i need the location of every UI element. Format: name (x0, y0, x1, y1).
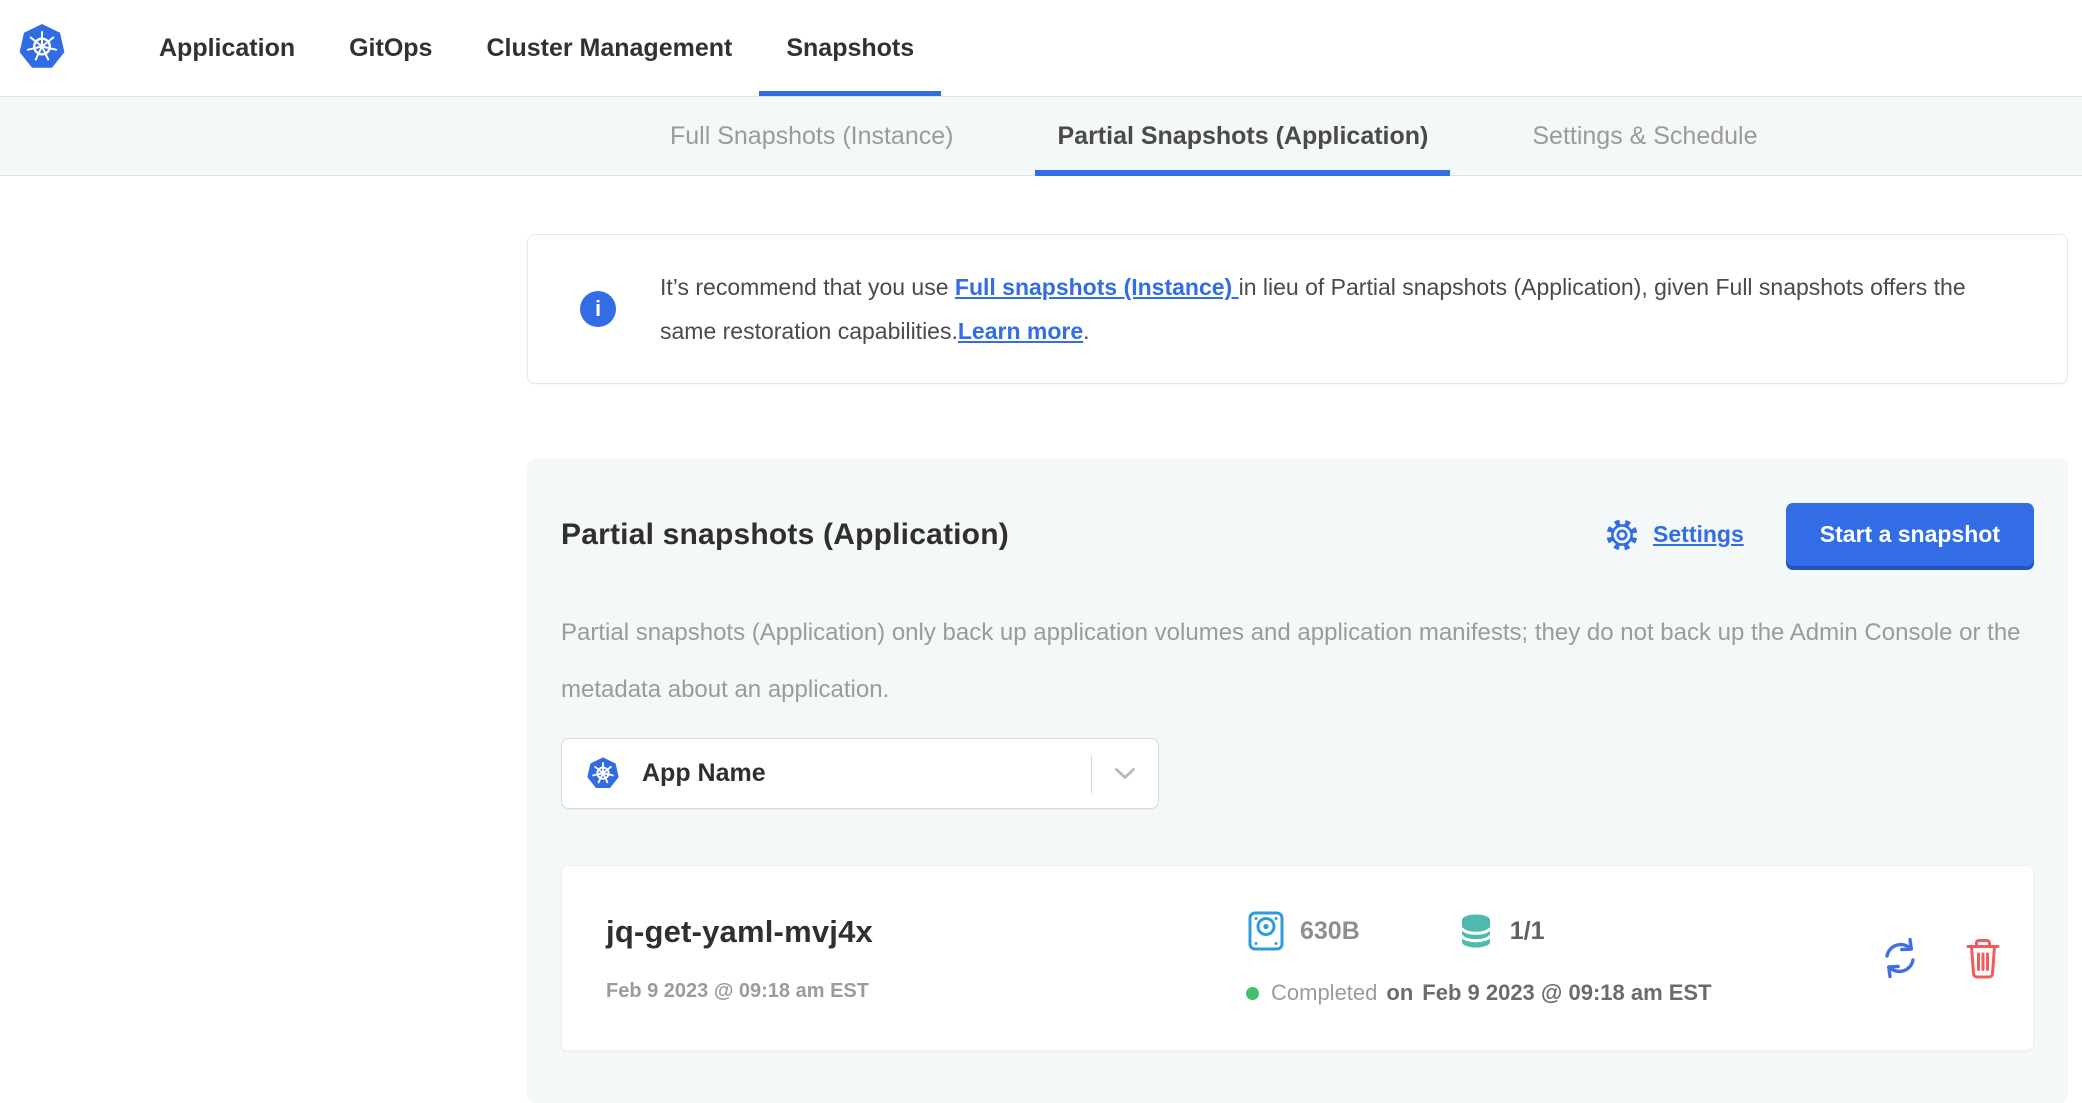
learn-more-link[interactable]: Learn more (958, 318, 1083, 344)
snapshot-volumes-metric: 1/1 (1456, 911, 1545, 951)
banner-text-start: It’s recommend that you use (660, 274, 955, 300)
snapshot-identity: jq-get-yaml-mvj4x Feb 9 2023 @ 09:18 am … (606, 914, 1246, 1003)
snapshot-started-timestamp: Feb 9 2023 @ 09:18 am EST (606, 980, 1246, 1003)
kubernetes-logo (18, 22, 66, 96)
snapshot-settings-link[interactable]: Settings (1603, 516, 1744, 554)
top-tab-snapshots[interactable]: Snapshots (759, 0, 941, 96)
snapshot-actions (1877, 935, 2003, 981)
database-icon (1456, 911, 1496, 951)
tab-full-snapshots-instance[interactable]: Full Snapshots (Instance) (648, 97, 975, 175)
snapshot-status: Completed on Feb 9 2023 @ 09:18 am EST (1246, 980, 1877, 1006)
green-dot (1246, 987, 1259, 1000)
disk-icon (1246, 910, 1286, 952)
app-selector-value: App Name (642, 759, 766, 788)
top-tab-gitops[interactable]: GitOps (322, 0, 459, 96)
full-snapshots-instance-link[interactable]: Full snapshots (Instance) (955, 274, 1239, 300)
delete-snapshot-button[interactable] (1963, 936, 2003, 980)
panel-actions: Settings Start a snapshot (1603, 503, 2034, 566)
top-nav-bar: Application GitOps Cluster Management Sn… (0, 0, 2082, 96)
top-tab-application[interactable]: Application (132, 0, 322, 96)
content-area: i It’s recommend that you use Full snaps… (0, 176, 2082, 1103)
panel-description: Partial snapshots (Application) only bac… (561, 604, 2034, 718)
tab-partial-snapshots-application[interactable]: Partial Snapshots (Application) (1035, 97, 1450, 175)
top-tab-cluster-management[interactable]: Cluster Management (459, 0, 759, 96)
page-title: Partial snapshots (Application) (561, 518, 1009, 552)
top-nav-items: Application GitOps Cluster Management Sn… (132, 0, 941, 96)
sub-nav-tabs: Full Snapshots (Instance) Partial Snapsh… (648, 97, 1840, 175)
panel-header: Partial snapshots (Application) Settings… (561, 503, 2034, 566)
kubernetes-logo-small-icon (586, 756, 620, 791)
app-selector-control (1091, 739, 1158, 808)
snapshots-sub-nav: Full Snapshots (Instance) Partial Snapsh… (0, 96, 2082, 176)
status-label: Completed (1271, 980, 1377, 1006)
snapshot-name: jq-get-yaml-mvj4x (606, 914, 1246, 950)
snapshot-size-metric: 630B (1246, 910, 1360, 952)
snapshot-finished-timestamp: Feb 9 2023 @ 09:18 am EST (1422, 980, 1711, 1006)
snapshot-size-value: 630B (1300, 917, 1360, 946)
info-circle-icon: i (580, 291, 616, 327)
app-name-selector[interactable]: App Name (561, 738, 1159, 809)
settings-link-label: Settings (1653, 521, 1744, 548)
restore-arrows-icon (1877, 935, 1923, 981)
banner-text-end: . (1083, 318, 1089, 344)
chevron-down-icon[interactable] (1092, 767, 1158, 780)
trash-icon (1963, 936, 2003, 980)
tab-settings-schedule[interactable]: Settings & Schedule (1510, 97, 1779, 175)
snapshot-row: jq-get-yaml-mvj4x Feb 9 2023 @ 09:18 am … (561, 865, 2034, 1051)
restore-snapshot-button[interactable] (1877, 935, 1923, 981)
partial-snapshots-panel: Partial snapshots (Application) Settings… (527, 459, 2068, 1103)
info-banner: i It’s recommend that you use Full snaps… (527, 234, 2068, 384)
snapshot-details: 630B 1/1 Completed o (1246, 910, 1877, 1006)
snapshot-metrics: 630B 1/1 (1246, 910, 1877, 952)
status-finished-prefix: on (1386, 980, 1413, 1006)
start-a-snapshot-button[interactable]: Start a snapshot (1786, 503, 2034, 566)
info-banner-text: It’s recommend that you use Full snapsho… (660, 265, 2020, 353)
gear-icon (1603, 516, 1641, 554)
snapshot-volumes-value: 1/1 (1510, 917, 1545, 946)
